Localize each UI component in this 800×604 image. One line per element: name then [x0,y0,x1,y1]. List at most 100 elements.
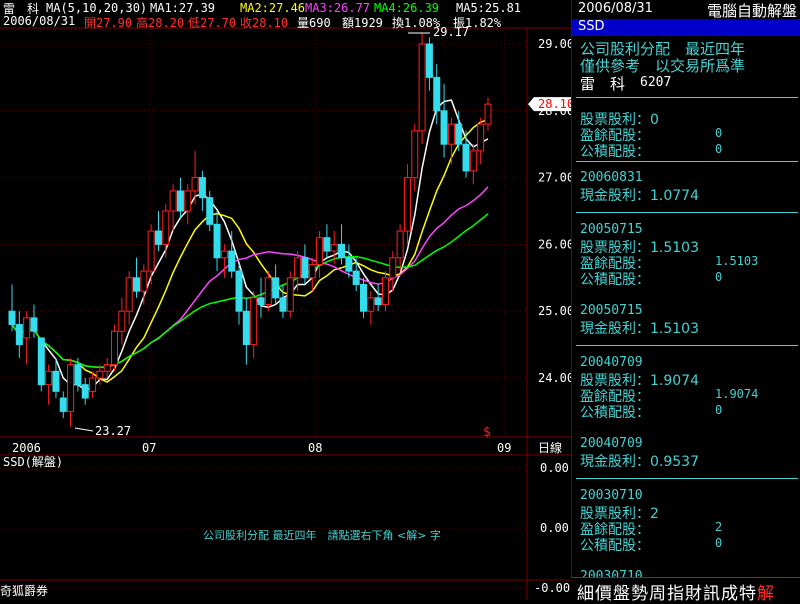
candle-body [338,243,346,259]
candle-body [74,364,82,386]
candle-body [455,123,463,145]
candle-body [484,103,492,125]
candle-body [132,277,140,292]
candle-body [425,43,433,78]
candle-body [81,384,89,399]
candle-body [264,277,272,306]
record-date: 20030710 [580,488,643,503]
candle-body [147,230,155,272]
candle-body [469,150,477,172]
divider [576,345,798,346]
candle-body [235,270,243,312]
open-price: 開27.90 [84,16,133,30]
min-price-label: 23.27 [95,424,131,438]
candle-body [433,76,441,112]
amplitude: 振1.82% [453,16,502,30]
high-price: 高28.20 [136,16,185,30]
candle-body [286,277,294,312]
candle-body [242,310,250,346]
candle-body [15,324,23,346]
record-date: 20040709 [580,355,643,370]
cash-dividend: 現金股利：1.5103 [580,321,699,337]
quote-date: 2006/08/31 [3,14,76,28]
cash-dividend: 現金股利：0.9537 [580,454,699,470]
candle-body [154,230,162,245]
candle-body [118,310,126,332]
footer-tab-8[interactable]: 成 [721,584,739,604]
candle-body [367,297,375,312]
candle-body [418,43,426,132]
capital-label: 公積配股： [580,144,650,160]
candle-body [374,297,382,306]
footer-tab-6[interactable]: 財 [685,584,703,604]
ma-label-2: MA2:27.46 [240,1,306,15]
candle-body [323,237,331,252]
price-chart[interactable]: 29.0028.0027.0026.0025.0024.002006070809… [0,0,571,600]
candle-body [308,263,316,279]
candle-body [279,297,287,312]
candle-body [316,237,324,265]
candle-body [440,110,448,145]
divider [576,212,798,213]
ma-params: MA(5,10,20,30) [46,1,148,15]
footer-tab-0[interactable]: 細 [577,584,595,604]
lower-y-tick: 0.00 [540,521,569,535]
candle-body [220,250,228,259]
dividend-sidebar: 2006/08/31 電腦自動解盤 SSD 公司股利分配 最近四年 僅供參考 以… [571,0,800,600]
candle-body [8,310,16,326]
turnover: 換1.08% [392,16,441,30]
ma-label-5: MA5:25.81 [456,1,522,15]
candle-body [294,257,302,279]
footer-tab-3[interactable]: 勢 [631,584,649,604]
close-price: 收28.10 [240,16,289,30]
candle-body [301,257,309,279]
candle-body [30,317,38,332]
x-tick-label: 07 [142,441,156,455]
y-tick-label: 24.00 [538,371,571,385]
ssd-label: SSD [578,19,605,34]
divider [576,97,798,98]
candle-body [345,257,353,272]
volume: 量690 [297,16,331,30]
capital-label: 公積配股： [580,405,650,421]
capital-value: 0 [715,270,723,284]
footer-tab-7[interactable]: 訊 [703,584,721,604]
candle-body [396,230,404,259]
candle-body [389,257,397,279]
capital-label: 公積配股： [580,538,650,554]
candle-body [52,370,60,392]
candle-body [140,270,148,292]
footer-tabs: 細價盤勢周指財訊成特解 [571,577,800,604]
candle-body [23,317,31,339]
candle-body [37,337,45,386]
sidebar-stock-name: 雷 科 [580,75,626,93]
footer-tab-5[interactable]: 指 [667,584,685,604]
candle-body [352,270,360,285]
candle-body [360,283,368,312]
footer-tab-9[interactable]: 特 [739,584,757,604]
capital-label: 公積配股： [580,272,650,288]
candle-body [411,130,419,179]
candle-body [169,190,177,212]
footer-tab-10[interactable]: 解 [757,584,775,604]
candle-body [191,177,199,192]
candle-body [228,250,236,272]
sidebar-date: 2006/08/31 [578,1,653,16]
y-tick-label: 29.00 [538,37,571,51]
candle-body [176,190,184,212]
footer-tab-4[interactable]: 周 [649,584,667,604]
candle-body [59,397,67,412]
footer-tab-2[interactable]: 盤 [613,584,631,604]
surplus-value: 1.5103 [715,254,759,268]
footer-tab-1[interactable]: 價 [595,584,613,604]
candle-body [213,223,221,259]
surplus-value: 2 [715,520,723,534]
candle-body [250,297,258,346]
record-date: 20050715 [580,222,643,237]
sidebar-stock-code: 6207 [640,75,672,90]
cash-dividend: 現金股利：1.0774 [580,188,699,204]
candle-body [477,123,485,152]
candle-body [89,377,97,392]
ssd-bar[interactable]: SSD [572,19,800,36]
candle-body [125,277,133,312]
